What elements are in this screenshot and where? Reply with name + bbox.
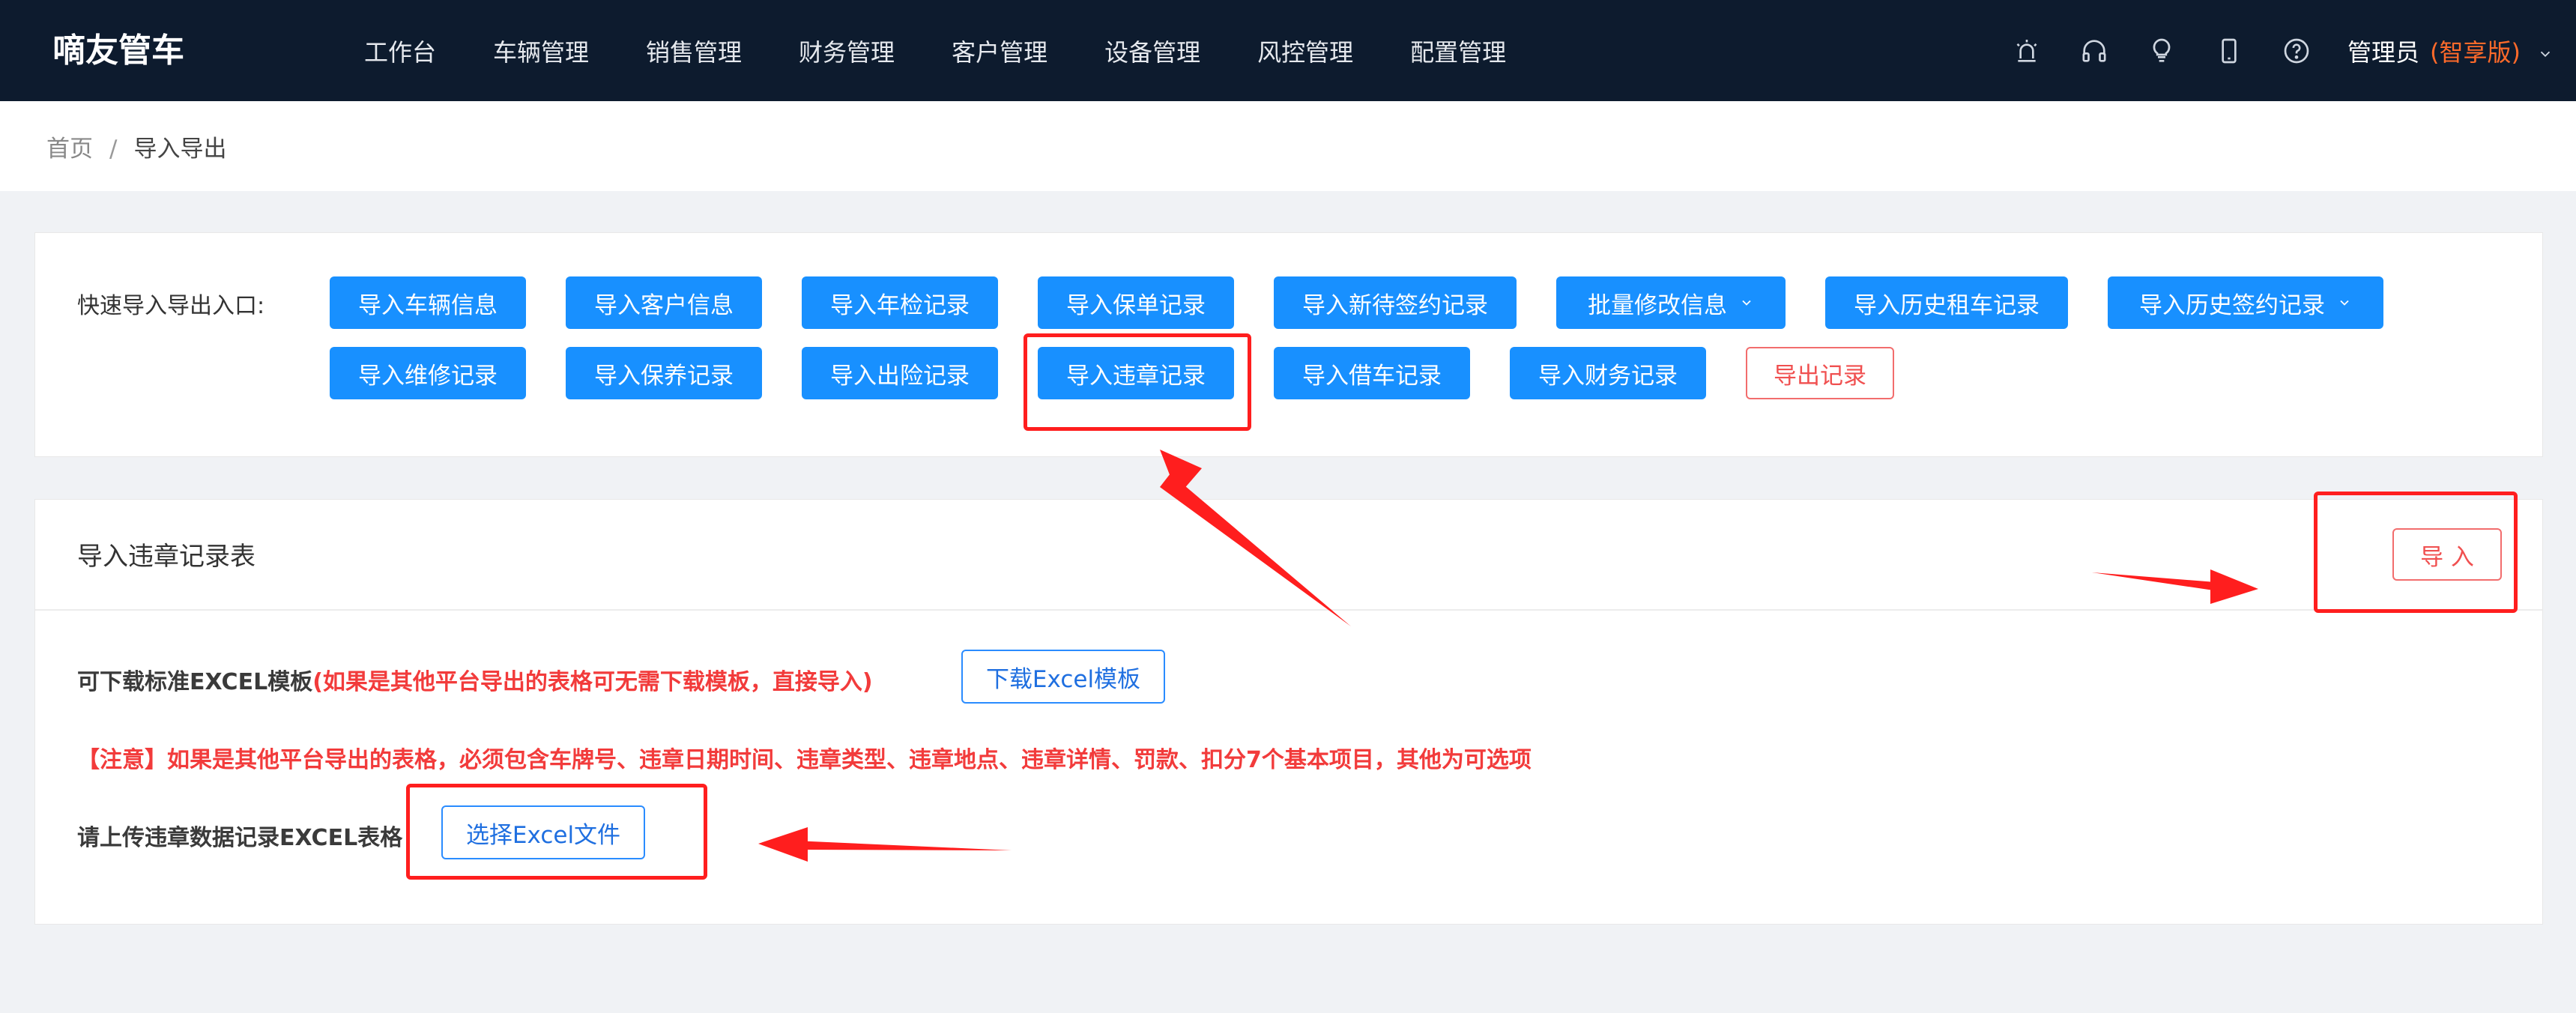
button-label: 导入出险记录 [830, 362, 970, 390]
edition-label: (智享版) [2430, 37, 2521, 67]
button-label: 导入保单记录 [1066, 291, 1206, 319]
breadcrumb-home[interactable]: 首页 [46, 136, 93, 163]
import-rental-history-button[interactable]: 导入历史租车记录 [1825, 276, 2068, 329]
card-title: 导入违章记录表 [77, 542, 256, 572]
breadcrumb-bar: 首页 / 导入导出 [0, 101, 2576, 191]
user-name: 管理员 [2347, 37, 2420, 67]
nav-item-customers[interactable]: 客户管理 [952, 34, 1047, 68]
main-nav: 工作台 车辆管理 销售管理 财务管理 客户管理 设备管理 风控管理 配置管理 [364, 0, 1506, 101]
button-label: 导入历史租车记录 [1854, 291, 2040, 319]
template-label: 可下载标准EXCEL模板 [77, 669, 313, 695]
button-label: 下载Excel模板 [985, 665, 1141, 693]
quick-entry-label: 快速导入导出入口: [77, 293, 265, 319]
batch-edit-dropdown[interactable]: 批量修改信息 [1556, 276, 1786, 329]
import-notice: 【注意】如果是其他平台导出的表格，必须包含车牌号、违章日期时间、违章类型、违章地… [77, 747, 1532, 773]
card-divider [35, 609, 2542, 611]
nav-item-finance[interactable]: 财务管理 [799, 34, 895, 68]
upload-label: 请上传违章数据记录EXCEL表格 [77, 825, 403, 851]
bulb-icon[interactable] [2145, 34, 2178, 67]
import-loan-button[interactable]: 导入借车记录 [1274, 347, 1470, 399]
button-label: 导入历史签约记录 [2139, 291, 2325, 319]
import-finance-button[interactable]: 导入财务记录 [1510, 347, 1706, 399]
choose-excel-file-button[interactable]: 选择Excel文件 [441, 805, 645, 859]
nav-item-vehicles[interactable]: 车辆管理 [493, 34, 589, 68]
alarm-icon[interactable] [2010, 34, 2043, 67]
export-records-button[interactable]: 导出记录 [1746, 347, 1894, 399]
import-pending-contract-button[interactable]: 导入新待签约记录 [1274, 276, 1517, 329]
button-label: 导入新待签约记录 [1302, 291, 1488, 319]
import-button[interactable]: 导 入 [2392, 528, 2502, 581]
headset-icon[interactable] [2078, 34, 2111, 67]
import-contract-history-dropdown[interactable]: 导入历史签约记录 [2108, 276, 2383, 329]
template-note: (如果是其他平台导出的表格可无需下载模板，直接导入) [312, 669, 873, 695]
nav-item-workbench[interactable]: 工作台 [364, 34, 436, 68]
chevron-down-icon [2537, 40, 2554, 68]
mobile-icon[interactable] [2213, 34, 2246, 67]
app-logo[interactable]: 嘀友管车 [52, 0, 184, 101]
button-label: 导 入 [2420, 543, 2474, 571]
import-violation-button[interactable]: 导入违章记录 [1038, 347, 1234, 399]
button-label: 批量修改信息 [1588, 291, 1727, 319]
help-icon[interactable] [2280, 34, 2313, 67]
chevron-down-icon [2337, 289, 2352, 316]
nav-item-sales[interactable]: 销售管理 [646, 34, 742, 68]
import-vehicle-button[interactable]: 导入车辆信息 [330, 276, 526, 329]
import-customer-button[interactable]: 导入客户信息 [566, 276, 762, 329]
button-label: 导出记录 [1774, 362, 1866, 390]
template-row: 可下载标准EXCEL模板(如果是其他平台导出的表格可无需下载模板，直接导入) [77, 663, 873, 696]
button-label: 导入保养记录 [594, 362, 734, 390]
button-label: 导入维修记录 [358, 362, 498, 390]
quick-entry-card: 快速导入导出入口: 导入车辆信息 导入客户信息 导入年检记录 导入保单记录 导入… [34, 232, 2543, 457]
breadcrumb-current: 导入导出 [133, 135, 227, 163]
breadcrumb: 首页 / 导入导出 [46, 130, 226, 163]
button-label: 导入客户信息 [594, 291, 734, 319]
import-violation-card: 导入违章记录表 导 入 可下载标准EXCEL模板(如果是其他平台导出的表格可无需… [34, 499, 2543, 925]
button-label: 选择Excel文件 [465, 821, 621, 849]
download-template-button[interactable]: 下载Excel模板 [961, 650, 1165, 704]
nav-item-risk[interactable]: 风控管理 [1257, 34, 1353, 68]
import-repair-button[interactable]: 导入维修记录 [330, 347, 526, 399]
nav-item-devices[interactable]: 设备管理 [1104, 34, 1200, 68]
import-accident-button[interactable]: 导入出险记录 [802, 347, 998, 399]
import-policy-button[interactable]: 导入保单记录 [1038, 276, 1234, 329]
button-label: 导入违章记录 [1066, 362, 1206, 390]
header-actions: 管理员 (智享版) [2010, 0, 2576, 101]
nav-item-config[interactable]: 配置管理 [1410, 34, 1506, 68]
import-inspection-button[interactable]: 导入年检记录 [802, 276, 998, 329]
button-label: 导入借车记录 [1302, 362, 1442, 390]
button-label: 导入财务记录 [1538, 362, 1678, 390]
button-label: 导入车辆信息 [358, 291, 498, 319]
button-label: 导入年检记录 [830, 291, 970, 319]
user-menu[interactable]: 管理员 (智享版) [2347, 34, 2554, 68]
chevron-down-icon [1739, 289, 1754, 316]
top-navbar: 嘀友管车 工作台 车辆管理 销售管理 财务管理 客户管理 设备管理 风控管理 配… [0, 0, 2576, 101]
breadcrumb-separator: / [109, 135, 118, 163]
import-maintenance-button[interactable]: 导入保养记录 [566, 347, 762, 399]
